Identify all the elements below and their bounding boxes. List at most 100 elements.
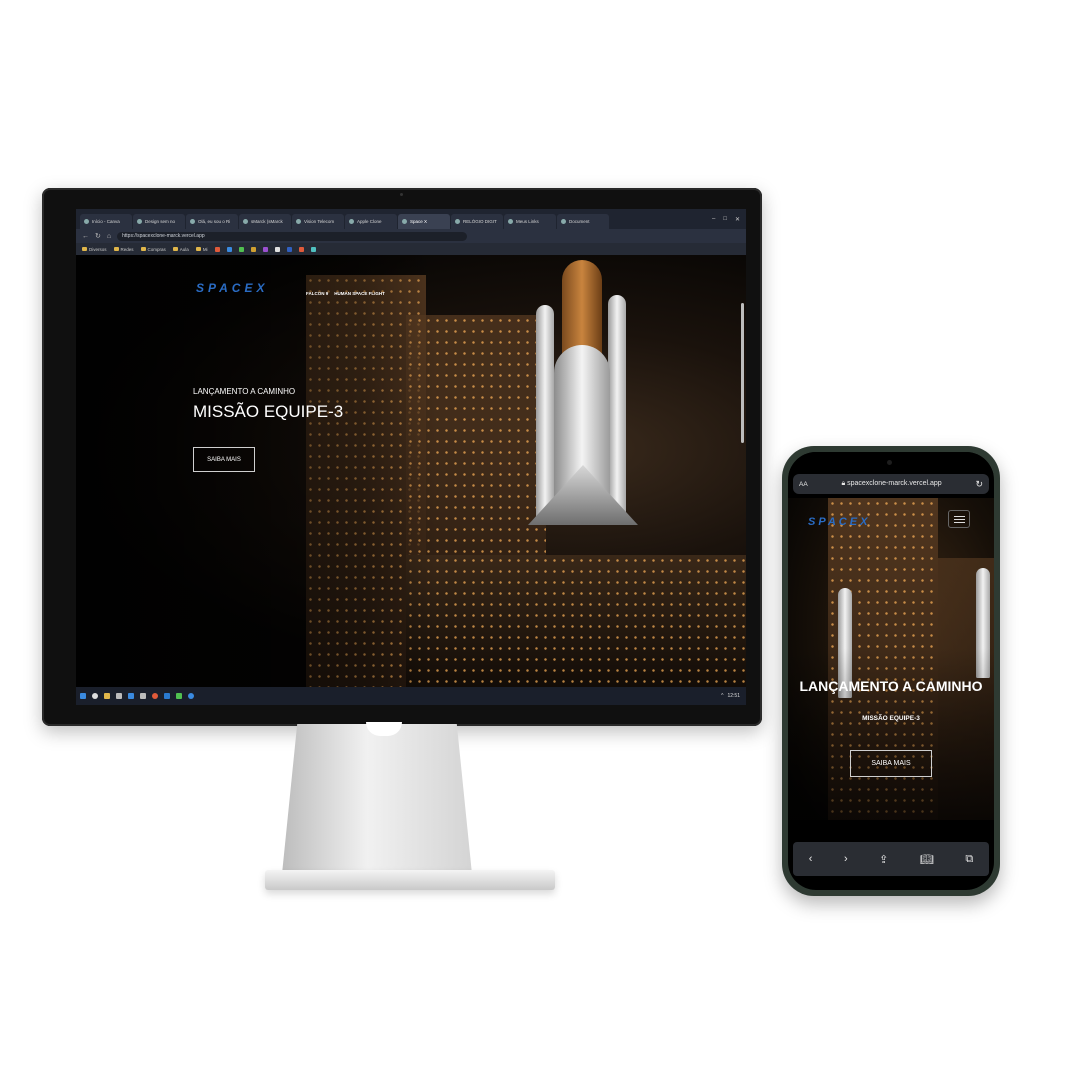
phone-address-bar[interactable]: AA 🔒︎ spacexclone-marck.vercel.app ↻ (793, 474, 989, 494)
clock[interactable]: 12:51 (727, 693, 740, 699)
hero-kicker: LANÇAMENTO A CAMINHO (193, 387, 296, 396)
bookmark-label: Aula (179, 246, 189, 252)
bookmark-folder[interactable]: Redes (113, 246, 134, 252)
browser-tab[interactable]: RELÓGIO DIGIT (451, 214, 503, 229)
app-icon[interactable] (140, 693, 146, 699)
bookmarks-bar: Diversos Redes Compras Aula Mi (76, 243, 746, 255)
tab-favicon-icon (349, 219, 354, 224)
booster-image (608, 295, 626, 525)
hero-shade (76, 255, 436, 687)
search-icon[interactable] (92, 693, 98, 699)
close-icon[interactable]: ✕ (735, 216, 740, 223)
system-tray: ^ 12:51 (721, 693, 746, 699)
menu-icon[interactable] (948, 510, 970, 528)
folder-icon (82, 247, 87, 251)
browser-tab[interactable]: Apple Clone (345, 214, 397, 229)
saiba-mais-button[interactable]: SAIBA MAIS (193, 447, 255, 472)
text-size-button[interactable]: AA (799, 481, 808, 488)
bookmark-icon[interactable] (226, 246, 232, 252)
tab-favicon-icon (190, 219, 195, 224)
bookmark-label: Compras (147, 246, 166, 252)
windows-taskbar: ^ 12:51 (76, 687, 746, 705)
app-icon[interactable] (128, 693, 134, 699)
bookmark-icon[interactable] (238, 246, 244, 252)
bookmark-icon[interactable] (286, 246, 292, 252)
monitor-stand-base (265, 870, 555, 890)
tab-favicon-icon (455, 219, 460, 224)
start-icon[interactable] (80, 693, 86, 699)
maximize-icon[interactable]: □ (723, 216, 727, 223)
tab-favicon-icon (561, 219, 566, 224)
pad-lights-image (406, 555, 746, 687)
browser-tab[interactable]: Olá, eu sou o Ri (186, 214, 238, 229)
browser-tab[interactable]: Document (557, 214, 609, 229)
tray-chevron-icon[interactable]: ^ (721, 693, 723, 699)
scrollbar[interactable] (741, 303, 744, 443)
file-explorer-icon[interactable] (104, 693, 110, 699)
browser-tab-active[interactable]: Space X (398, 214, 450, 229)
minimize-icon[interactable]: – (712, 216, 715, 223)
folder-icon (113, 247, 119, 251)
phone-url[interactable]: 🔒︎ spacexclone-marck.vercel.app (808, 480, 976, 488)
tab-label: sMarck (sMarck (251, 219, 283, 224)
reload-icon[interactable]: ↻ (95, 233, 101, 240)
back-icon[interactable]: ‹ (809, 853, 813, 865)
window-controls: – □ ✕ (712, 216, 746, 223)
bookmark-folder[interactable]: Compras (140, 246, 166, 252)
nav-item-human-space-flight[interactable]: HUMAN SPACE FLIGHT (334, 291, 385, 296)
tab-label: Document (569, 219, 590, 224)
folder-icon (140, 247, 146, 251)
nav-item-falcon9[interactable]: FALCON 9 (306, 291, 328, 296)
folder-icon (195, 247, 201, 251)
saiba-mais-button[interactable]: SAIBA MAIS (850, 750, 932, 777)
tab-label: RELÓGIO DIGIT (463, 219, 497, 224)
bookmark-folder[interactable]: Aula (172, 246, 189, 252)
opera-icon[interactable] (152, 693, 158, 699)
app-icon[interactable] (116, 693, 122, 699)
bookmark-folder[interactable]: Diversos (82, 247, 107, 252)
bookmark-folder[interactable]: Mi (195, 247, 208, 252)
hero-title: MISSÃO EQUIPE-3 (193, 402, 344, 421)
tab-label: Meus Links (516, 219, 539, 224)
monitor-screen: Início - Canva Design sem no Olá, eu sou… (76, 209, 746, 705)
tabs-icon[interactable]: ⧉ (965, 853, 973, 866)
bookmark-icon[interactable] (310, 246, 316, 252)
webcam (400, 193, 403, 196)
bookmark-icon[interactable] (250, 246, 256, 252)
tab-favicon-icon (84, 219, 89, 224)
bookmark-icon[interactable] (262, 246, 268, 252)
share-icon[interactable]: ⇪ (879, 853, 888, 866)
chrome-icon[interactable] (188, 693, 194, 699)
tab-favicon-icon (402, 219, 407, 224)
browser-tab[interactable]: Início - Canva (80, 214, 132, 229)
whatsapp-icon[interactable] (176, 693, 182, 699)
phone-camera (887, 460, 892, 465)
bookmark-icon[interactable] (214, 246, 220, 252)
spacex-logo[interactable]: SPACEX (196, 281, 268, 295)
tab-label: Olá, eu sou o Ri (198, 219, 231, 224)
bookmarks-icon[interactable]: 📖︎ (920, 853, 934, 866)
tab-label: Design sem no (145, 219, 176, 224)
tab-favicon-icon (508, 219, 513, 224)
vscode-icon[interactable] (164, 693, 170, 699)
browser-tab[interactable]: Meus Links (504, 214, 556, 229)
bookmark-label: Redes (120, 246, 134, 252)
url-input[interactable]: https://spacexclone-marck.vercel.app (117, 231, 468, 241)
tab-favicon-icon (137, 219, 142, 224)
phone-hero-subtitle: MISSÃO EQUIPE-3 (862, 715, 920, 722)
back-icon[interactable]: ← (82, 233, 89, 240)
bookmark-icon[interactable] (298, 246, 304, 252)
bookmark-label: Diversos (89, 246, 107, 252)
github-icon[interactable] (274, 246, 280, 252)
home-icon[interactable]: ⌂ (107, 233, 111, 240)
top-nav: FALCON 9 HUMAN SPACE FLIGHT (306, 291, 385, 296)
reload-icon[interactable]: ↻ (975, 479, 983, 490)
browser-tab[interactable]: sMarck (sMarck (239, 214, 291, 229)
spacex-logo[interactable]: SPACEX (808, 516, 870, 528)
browser-tab[interactable]: Vision Telecom (292, 214, 344, 229)
forward-icon[interactable]: › (844, 853, 848, 865)
browser-address-bar: ← ↻ ⌂ https://spacexclone-marck.vercel.a… (76, 229, 746, 243)
tab-label: Space X (410, 219, 428, 224)
browser-tab[interactable]: Design sem no (133, 214, 185, 229)
phone-screen: AA 🔒︎ spacexclone-marck.vercel.app ↻ SPA… (788, 452, 994, 890)
